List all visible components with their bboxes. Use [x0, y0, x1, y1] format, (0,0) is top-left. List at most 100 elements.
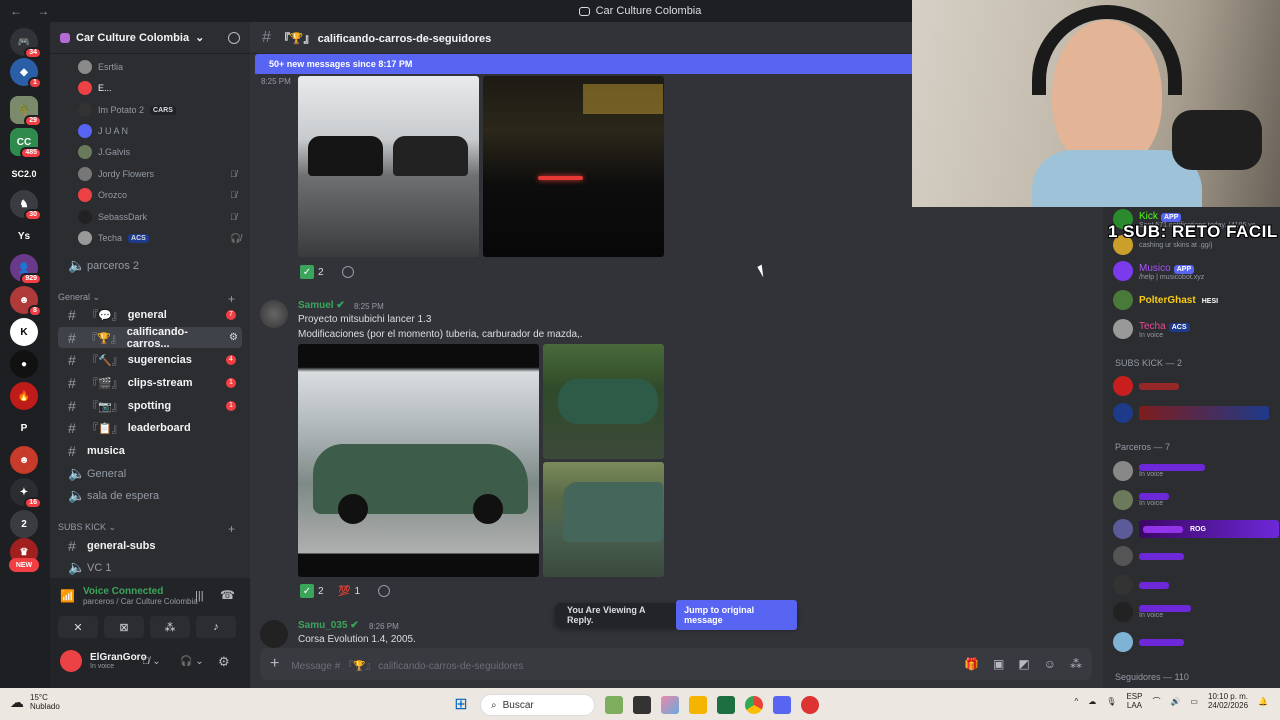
- chevron-up-icon[interactable]: ^: [1075, 697, 1079, 706]
- server-icon[interactable]: ♞ 30: [10, 190, 42, 221]
- server-icon[interactable]: Ys: [10, 222, 38, 250]
- avatar[interactable]: [260, 300, 288, 328]
- member-item[interactable]: ROG: [1113, 517, 1279, 541]
- member-item[interactable]: In voice: [1113, 488, 1169, 512]
- screen-share-button[interactable]: ⊠: [104, 616, 144, 638]
- voice-channel-vc1[interactable]: 🔈 VC 1: [58, 557, 242, 578]
- activities-button[interactable]: ⁂: [150, 616, 190, 638]
- member-item[interactable]: PolterGhast HESI: [1113, 288, 1222, 312]
- voice-channel-sala-de-espera[interactable]: 🔈 sala de espera: [58, 485, 242, 506]
- camera-off-button[interactable]: ✕: [58, 616, 98, 638]
- server-icon[interactable]: ●: [10, 350, 38, 378]
- channel-sugerencias[interactable]: # 『🔨』 sugerencias 4: [58, 349, 242, 370]
- message-author[interactable]: Samuel ✔: [298, 300, 345, 311]
- emoji-picker-icon[interactable]: ☺: [1044, 657, 1056, 671]
- category-subs-kick[interactable]: SUBS KICK ⌄ +: [58, 522, 235, 536]
- message-image[interactable]: [483, 76, 664, 257]
- server-header[interactable]: Car Culture Colombia ⌄: [50, 22, 250, 54]
- message-author[interactable]: Samu_035 ✔: [298, 620, 359, 631]
- server-icon[interactable]: 👤 929: [10, 254, 42, 285]
- battery-icon[interactable]: ▭: [1190, 697, 1198, 706]
- chrome-icon[interactable]: [745, 696, 763, 714]
- voice-user[interactable]: J.Galvis: [78, 142, 130, 162]
- server-icon[interactable]: P: [10, 414, 38, 442]
- windows-start-icon[interactable]: ⊞: [452, 696, 470, 714]
- jump-to-original-button[interactable]: Jump to original message: [676, 600, 797, 630]
- new-messages-banner[interactable]: 50+ new messages since 8:17 PM: [255, 54, 912, 74]
- invite-icon[interactable]: [228, 31, 240, 44]
- member-item[interactable]: [1113, 544, 1184, 568]
- member-item[interactable]: [1113, 374, 1179, 398]
- voice-channel-parceros-2[interactable]: 🔈 parceros 2: [58, 255, 242, 276]
- member-item[interactable]: [1113, 630, 1184, 654]
- category-general[interactable]: General ⌄ +: [58, 292, 235, 306]
- volume-icon[interactable]: 🔊: [1170, 697, 1180, 706]
- nav-arrows[interactable]: ← →: [10, 4, 55, 18]
- message-image[interactable]: [543, 344, 664, 459]
- apps-icon[interactable]: ⁂: [1070, 657, 1082, 671]
- channel-clips-stream[interactable]: # 『🎬』 clips-stream 1: [58, 372, 242, 393]
- reaction-check[interactable]: ✓ 2: [300, 582, 324, 600]
- app-icon[interactable]: [801, 696, 819, 714]
- notification-bell-icon[interactable]: 🔔: [1258, 697, 1268, 706]
- add-channel-icon[interactable]: +: [228, 522, 235, 536]
- soundboard-button[interactable]: ♪: [196, 616, 236, 638]
- server-icon[interactable]: SC2.0: [10, 160, 38, 188]
- task-view-icon[interactable]: [633, 696, 651, 714]
- server-icon[interactable]: ◆ 1: [10, 58, 42, 89]
- member-item[interactable]: Techa ACS In voice: [1113, 317, 1190, 341]
- channel-calificando[interactable]: # 『🏆』 calificando-carros... ⚙: [58, 326, 242, 350]
- voice-user[interactable]: Jordy Flowers 🎙̸: [78, 164, 237, 184]
- discord-taskbar-icon[interactable]: [773, 696, 791, 714]
- voice-user[interactable]: Techa ACS 🎧̸: [78, 228, 241, 248]
- member-item[interactable]: In voice: [1113, 600, 1191, 624]
- add-reaction-icon[interactable]: [378, 585, 390, 597]
- dm-home-icon[interactable]: 🎮 34: [10, 28, 42, 59]
- voice-location[interactable]: parceros / Car Culture Colombia: [83, 597, 198, 606]
- message-image[interactable]: [543, 462, 664, 577]
- reaction-other[interactable]: 💯 1: [338, 582, 360, 600]
- voice-user[interactable]: J U A N: [78, 121, 128, 141]
- reaction-check[interactable]: ✓ 2: [300, 263, 324, 281]
- server-icon[interactable]: 2: [10, 510, 38, 538]
- voice-user[interactable]: SebassDark 🎙̸: [78, 207, 237, 227]
- server-icon[interactable]: CC 485: [10, 128, 42, 159]
- file-explorer-icon[interactable]: [689, 696, 707, 714]
- message-composer[interactable]: + Message # 『🏆』 calificando-carros-de-se…: [260, 648, 1092, 680]
- onedrive-icon[interactable]: ☁: [1088, 697, 1096, 706]
- add-reaction-icon[interactable]: [342, 266, 354, 278]
- mute-mic-icon[interactable]: 🎙̸ ⌄: [142, 656, 161, 667]
- language-indicator[interactable]: ESP LAA: [1126, 692, 1142, 710]
- voice-user[interactable]: Im Potato 2 CARS: [78, 100, 176, 120]
- channel-general-subs[interactable]: # general-subs: [58, 535, 242, 556]
- server-icon[interactable]: ☻: [10, 446, 38, 474]
- voice-user[interactable]: E...: [78, 78, 112, 98]
- message-image[interactable]: [298, 76, 479, 257]
- member-item[interactable]: In voice: [1113, 459, 1205, 483]
- voice-user[interactable]: Orozco 🎙̸: [78, 185, 237, 205]
- disconnect-icon[interactable]: ☎: [220, 588, 235, 602]
- channel-general[interactable]: # 『💬』 general 7: [58, 304, 242, 325]
- mic-icon[interactable]: 🎙: [1106, 697, 1116, 706]
- search-box[interactable]: ⌕ Buscar: [480, 694, 595, 716]
- channel-spotting[interactable]: # 『📷』 spotting 1: [58, 395, 242, 416]
- gear-icon[interactable]: ⚙: [229, 332, 238, 343]
- server-icon[interactable]: ✦ 16: [10, 478, 42, 509]
- user-settings-gear-icon[interactable]: ⚙: [218, 654, 230, 670]
- server-icon[interactable]: 🌴 29: [10, 96, 42, 127]
- wifi-icon[interactable]: ⌒: [1152, 696, 1160, 707]
- member-item[interactable]: Musico APP/help | musicobot.xyz: [1113, 259, 1204, 283]
- server-icon[interactable]: ☻ 8: [10, 286, 42, 317]
- message-image[interactable]: [298, 344, 539, 577]
- avatar[interactable]: [260, 620, 288, 648]
- weather-widget[interactable]: ☁ 15°C Nublado: [10, 693, 60, 711]
- member-item[interactable]: [1113, 401, 1269, 425]
- headphones-icon[interactable]: 🎧 ⌄: [180, 656, 204, 667]
- noise-suppression-icon[interactable]: |||: [195, 590, 204, 602]
- server-icon[interactable]: K: [10, 318, 38, 346]
- member-item[interactable]: [1113, 573, 1169, 597]
- gif-icon[interactable]: ▣: [993, 657, 1004, 671]
- clock[interactable]: 10:10 p. m. 24/02/2026: [1208, 692, 1248, 710]
- user-profile[interactable]: ElGranGoro In voice: [60, 650, 147, 672]
- copilot-icon[interactable]: [661, 696, 679, 714]
